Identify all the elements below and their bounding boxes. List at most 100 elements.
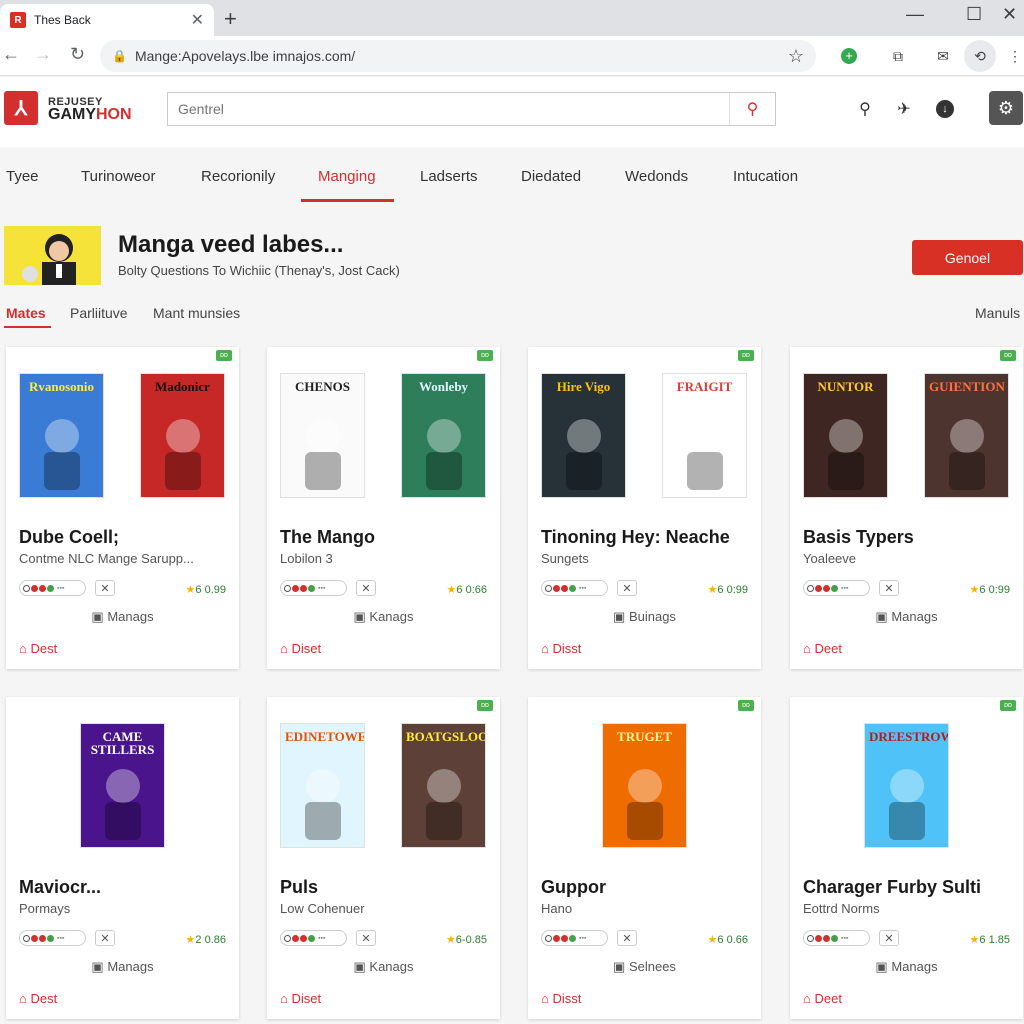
user-avatar[interactable]: ⚙ — [989, 91, 1023, 125]
shuffle-icon[interactable]: ✕ — [617, 930, 637, 946]
shuffle-icon[interactable]: ✕ — [356, 930, 376, 946]
extension-puzzle-icon[interactable]: ⟲ — [964, 40, 996, 72]
manga-card[interactable]: ᴅᴅ TRUGET Guppor Hano ▪▪▪ ✕ ★6 0.66 ▣ Se… — [528, 697, 761, 1019]
manga-card[interactable]: ᴅᴅ Rvanosonio Madonicr Dube Coell; Contm… — [6, 347, 239, 669]
omnibox[interactable]: 🔒 Mange:Apovelays.lbe imnajos.com/ ☆ — [100, 40, 816, 72]
nav-item[interactable]: Tyee — [6, 168, 39, 185]
subtab-active[interactable]: Mates — [6, 305, 46, 321]
close-tab-icon[interactable]: ✕ — [191, 10, 204, 30]
manga-cover[interactable]: Hire Vigo — [541, 373, 626, 498]
card-title[interactable]: Guppor — [541, 877, 606, 898]
card-action[interactable]: ⌂ Dest — [19, 991, 57, 1006]
reload-icon[interactable]: ↻ — [70, 44, 85, 65]
bookmark-star-icon[interactable]: ☆ — [788, 46, 804, 67]
nav-item[interactable]: Wedonds — [625, 168, 688, 185]
cover-art-icon — [687, 419, 723, 490]
shuffle-icon[interactable]: ✕ — [617, 580, 637, 596]
manga-cover[interactable]: CHENOS — [280, 373, 365, 498]
manga-cover[interactable]: CAME STILLERS — [80, 723, 165, 848]
manga-cover[interactable]: EDINETOWES — [280, 723, 365, 848]
shuffle-icon[interactable]: ✕ — [95, 580, 115, 596]
subtab[interactable]: Mant munsies — [153, 305, 240, 321]
manga-card[interactable]: ᴅᴅ EDINETOWES BOATGSLOOTO Puls Low Cohen… — [267, 697, 500, 1019]
card-action[interactable]: ⌂ Deet — [803, 991, 842, 1006]
maximize-icon[interactable]: ☐ — [966, 4, 982, 25]
banner-subtitle: Bolty Questions To Wichiic (Thenay's, Jo… — [118, 263, 400, 278]
banner-cta-button[interactable]: Genoel — [912, 240, 1023, 275]
manga-cover[interactable]: GUIENTION — [924, 373, 1009, 498]
status-dot — [561, 934, 568, 942]
search-input[interactable] — [168, 93, 729, 125]
banner-thumbnail[interactable] — [4, 226, 101, 285]
rating-value: 6 0:99 — [979, 584, 1010, 596]
subtab-right-link[interactable]: Manuls — [975, 305, 1020, 321]
search-icon[interactable]: ⚲ — [855, 99, 875, 119]
tag-icon: ▣ — [91, 609, 108, 624]
back-icon[interactable]: ← — [2, 44, 20, 65]
extension-box-icon[interactable]: ⧉ — [887, 45, 909, 67]
settings-gear-icon: ⚙ — [997, 97, 1015, 118]
search-button[interactable]: ⚲ — [729, 93, 775, 125]
card-action[interactable]: ⌂ Diset — [280, 641, 321, 656]
card-title[interactable]: The Mango — [280, 527, 375, 548]
close-window-icon[interactable]: ✕ — [1002, 4, 1017, 25]
nav-item[interactable]: Recorionily — [201, 168, 275, 185]
nav-item[interactable]: Turinoweor — [81, 168, 155, 185]
card-meta-label: Buinags — [628, 609, 676, 624]
card-action[interactable]: ⌂ Deet — [803, 641, 842, 656]
new-tab-icon[interactable]: + — [224, 6, 237, 32]
download-icon[interactable]: ↓ — [935, 99, 955, 119]
shuffle-icon[interactable]: ✕ — [356, 580, 376, 596]
manga-cover[interactable]: FRAIGIT — [662, 373, 747, 498]
card-title[interactable]: Puls — [280, 877, 318, 898]
shuffle-icon[interactable]: ✕ — [95, 930, 115, 946]
nav-item-active[interactable]: Manging — [318, 168, 376, 185]
forward-icon[interactable]: → — [34, 44, 52, 65]
manga-card[interactable]: ᴅᴅ NUNTOR GUIENTION Basis Typers Yoaleev… — [790, 347, 1023, 669]
rating: ★6 0:99 — [708, 583, 748, 596]
manga-card[interactable]: CAME STILLERS Maviocr... Pormays ▪▪▪ ✕ ★… — [6, 697, 239, 1019]
manga-card[interactable]: ᴅᴅ CHENOS Wonleby The Mango Lobilon 3 ▪▪… — [267, 347, 500, 669]
manga-cover[interactable]: BOATGSLOOTO — [401, 723, 486, 848]
nav-item[interactable]: Ladserts — [420, 168, 478, 185]
status-pill: ▪▪▪ — [803, 930, 870, 946]
shuffle-icon[interactable]: ✕ — [879, 580, 899, 596]
manga-card[interactable]: ᴅᴅ Hire Vigo FRAIGIT Tinoning Hey: Neach… — [528, 347, 761, 669]
card-title[interactable]: Tinoning Hey: Neache — [541, 527, 730, 548]
browser-tab[interactable]: R Thes Back ✕ — [0, 4, 214, 36]
card-action[interactable]: ⌂ Disst — [541, 641, 581, 656]
rocket-icon[interactable]: ✈ — [894, 99, 914, 119]
card-action[interactable]: ⌂ Dest — [19, 641, 57, 656]
site-logo-icon[interactable]: ⅄ — [4, 91, 38, 125]
lock-icon: 🔒 — [112, 49, 127, 63]
manga-cover[interactable]: Wonleby — [401, 373, 486, 498]
extension-mail-icon[interactable]: ✉ — [932, 45, 954, 67]
manga-card[interactable]: ᴅᴅ DREESTROWEN Charager Furby Sulti Eott… — [790, 697, 1023, 1019]
bookmark-icon: ⌂ — [19, 991, 31, 1006]
browser-menu-icon[interactable]: ⋮ — [1004, 45, 1024, 67]
cover-art-icon — [305, 769, 341, 840]
card-title[interactable]: Charager Furby Sulti — [803, 877, 981, 898]
shuffle-icon[interactable]: ✕ — [879, 930, 899, 946]
manga-cover[interactable]: TRUGET — [602, 723, 687, 848]
card-title[interactable]: Basis Typers — [803, 527, 914, 548]
minimize-icon[interactable]: — — [906, 4, 924, 25]
card-meta-label: Manags — [891, 609, 938, 624]
card-title[interactable]: Dube Coell; — [19, 527, 119, 548]
card-meta: ▣ Kanags — [267, 609, 500, 625]
card-title[interactable]: Maviocr... — [19, 877, 101, 898]
subtab[interactable]: Parliituve — [70, 305, 128, 321]
rating-value: 6 0:66 — [456, 584, 487, 596]
manga-cover[interactable]: Madonicr — [140, 373, 225, 498]
nav-item[interactable]: Intucation — [733, 168, 798, 185]
manga-cover[interactable]: Rvanosonio — [19, 373, 104, 498]
card-action[interactable]: ⌂ Disst — [541, 991, 581, 1006]
card-action-label: Deet — [814, 991, 842, 1006]
new-badge: ᴅᴅ — [1000, 700, 1016, 711]
manga-cover[interactable]: DREESTROWEN — [864, 723, 949, 848]
card-action[interactable]: ⌂ Diset — [280, 991, 321, 1006]
extension-plus-icon[interactable]: + — [838, 45, 860, 67]
nav-item[interactable]: Diedated — [521, 168, 581, 185]
card-action-label: Disst — [552, 641, 582, 656]
manga-cover[interactable]: NUNTOR — [803, 373, 888, 498]
